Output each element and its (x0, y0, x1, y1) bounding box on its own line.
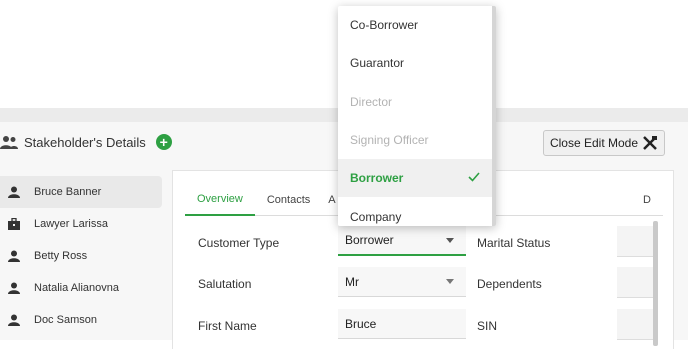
add-stakeholder-button[interactable]: + (155, 134, 172, 150)
option-signing-officer: Signing Officer (350, 133, 429, 148)
person-icon (8, 250, 20, 262)
close-edit-mode-label: Close Edit Mode (549, 136, 639, 150)
sidebar-item-lawyer-larissa[interactable]: Lawyer Larissa (0, 208, 162, 240)
page-title: Stakeholder's Details (24, 134, 146, 150)
option-guarantor[interactable]: Guarantor (338, 44, 496, 82)
person-icon (8, 186, 20, 198)
sidebar-item-label: Betty Ross (34, 250, 88, 262)
briefcase-icon (8, 218, 20, 230)
option-co-borrower[interactable]: Co-Borrower (338, 6, 496, 44)
person-icon (8, 282, 20, 294)
tab-overview[interactable]: Overview (185, 184, 255, 216)
close-edit-mode-button[interactable]: Close Edit Mode (543, 130, 665, 156)
option-borrower[interactable]: Borrower (338, 159, 496, 198)
sidebar-item-label: Lawyer Larissa (34, 218, 108, 230)
panel-scrollbar[interactable] (653, 221, 658, 346)
sidebar-item-label: Natalia Alianovna (34, 282, 120, 294)
option-director: Director (350, 94, 393, 109)
option-borrower-label: Borrower (350, 171, 404, 186)
dropdown-scrollbar[interactable] (492, 6, 496, 226)
customer-type-dropdown: Co-Borrower Guarantor Director Signing O… (338, 6, 496, 226)
salutation-value: Mr (345, 274, 359, 289)
customer-type-label: Customer Type (198, 236, 280, 250)
chevron-down-icon (446, 238, 454, 243)
person-icon (8, 314, 20, 326)
sidebar-item-natalia-alianovna[interactable]: Natalia Alianovna (0, 272, 162, 304)
tab-partial-a[interactable]: A (322, 185, 338, 215)
customer-type-select[interactable]: Borrower (338, 226, 466, 256)
tab-contacts[interactable]: Contacts (255, 185, 322, 215)
chevron-down-icon (446, 279, 454, 284)
salutation-select[interactable]: Mr (338, 267, 466, 297)
sidebar-item-betty-ross[interactable]: Betty Ross (0, 240, 162, 272)
marital-status-field[interactable] (617, 226, 653, 257)
first-name-value: Bruce (345, 316, 377, 331)
sidebar-item-doc-samson[interactable]: Doc Samson (0, 304, 162, 336)
sidebar-item-label: Doc Samson (34, 314, 97, 326)
tools-icon (643, 136, 658, 150)
salutation-label: Salutation (198, 277, 252, 291)
option-company[interactable]: Company (338, 197, 496, 226)
people-icon (0, 136, 18, 149)
sidebar-item-label: Bruce Banner (34, 186, 102, 198)
header-title-group: Stakeholder's Details + (0, 122, 172, 162)
marital-status-label: Marital Status (477, 236, 551, 250)
sin-field[interactable] (617, 309, 653, 340)
stakeholder-sidebar: Bruce Banner Lawyer Larissa Betty Ross N… (0, 176, 162, 336)
check-icon (468, 172, 480, 182)
dependents-label: Dependents (477, 277, 542, 291)
sin-label: SIN (477, 319, 498, 333)
tab-partial-d[interactable]: D (643, 185, 651, 215)
first-name-field[interactable]: Bruce (338, 309, 466, 339)
sidebar-item-bruce-banner[interactable]: Bruce Banner (0, 176, 162, 208)
first-name-label: First Name (198, 319, 257, 333)
dependents-field[interactable] (617, 267, 653, 298)
customer-type-value: Borrower (345, 233, 394, 247)
